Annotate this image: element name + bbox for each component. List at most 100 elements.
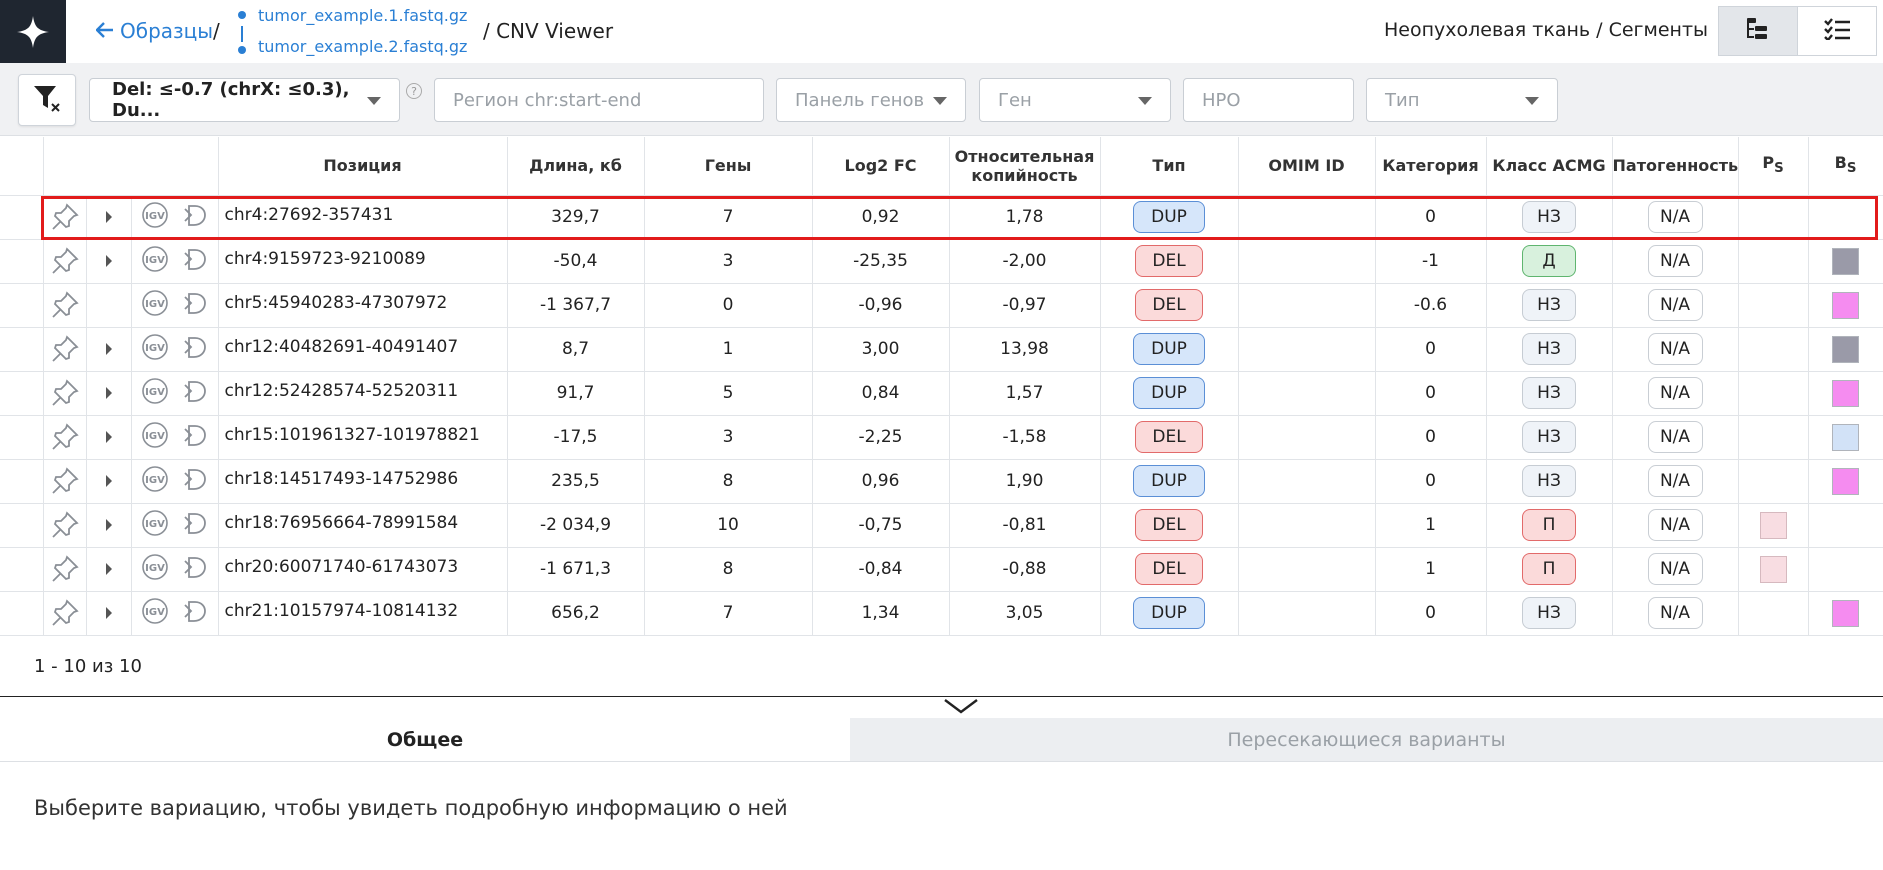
expand-row-button[interactable] (86, 547, 132, 592)
position-link[interactable]: chr4:9159723-9210089 (225, 249, 426, 269)
expand-row-button[interactable] (86, 503, 132, 548)
igv-icon[interactable]: IGV (140, 288, 170, 323)
expand-row-button[interactable] (86, 239, 132, 284)
pin-button[interactable] (43, 371, 87, 416)
file-link-2[interactable]: tumor_example.2.fastq.gz (258, 37, 467, 56)
pin-button[interactable] (43, 327, 87, 372)
pin-button[interactable] (43, 591, 87, 636)
chevron-down-icon[interactable] (943, 698, 979, 719)
decipher-icon[interactable] (180, 596, 210, 631)
pin-button[interactable] (43, 283, 87, 328)
igv-icon[interactable]: IGV (140, 376, 170, 411)
cnv-threshold-filter-select[interactable]: Del: ≤-0.7 (chrX: ≤0.3), Du... (89, 78, 400, 122)
position-link[interactable]: chr18:14517493-14752986 (225, 469, 459, 489)
acmg-class-badge[interactable]: П (1522, 553, 1577, 585)
pin-button[interactable] (43, 195, 87, 240)
pathogenicity-badge[interactable]: N/A (1647, 201, 1703, 233)
table-row[interactable]: IGV chr21:10157974-10814132 656,2 7 1,34 3,05… (0, 591, 1883, 636)
position-link[interactable]: chr12:40482691-40491407 (225, 337, 459, 357)
gene-select[interactable]: Ген (979, 78, 1171, 122)
table-row[interactable]: IGV chr20:60071740-61743073 -1 671,3 8 -0,84… (0, 547, 1883, 592)
position-link[interactable]: chr4:27692-357431 (225, 205, 394, 225)
decipher-icon[interactable] (180, 376, 210, 411)
list-view-button[interactable] (1797, 6, 1877, 56)
pathogenicity-badge[interactable]: N/A (1647, 245, 1703, 277)
acmg-class-badge[interactable]: НЗ (1522, 377, 1577, 409)
decipher-icon[interactable] (180, 420, 210, 455)
table-row[interactable]: IGV chr15:101961327-101978821 -17,5 3 -2,25 -… (0, 415, 1883, 460)
pathogenicity-badge[interactable]: N/A (1647, 289, 1703, 321)
table-row[interactable]: IGV chr12:52428574-52520311 91,7 5 0,84 1,57 D… (0, 371, 1883, 416)
column-header-category[interactable]: Категория (1375, 137, 1487, 196)
expand-row-button[interactable] (86, 327, 132, 372)
table-row[interactable]: IGV chr5:45940283-47307972 -1 367,7 0 -0,96 -… (0, 283, 1883, 328)
gene-panel-select[interactable]: Панель генов (776, 78, 966, 122)
pathogenicity-badge[interactable]: N/A (1647, 465, 1703, 497)
igv-icon[interactable]: IGV (140, 244, 170, 279)
pin-button[interactable] (43, 459, 87, 504)
pathogenicity-badge[interactable]: N/A (1647, 333, 1703, 365)
tab-general[interactable]: Общее (0, 718, 850, 761)
column-header-ps[interactable]: PS (1738, 137, 1809, 196)
column-header-type[interactable]: Тип (1100, 137, 1239, 196)
table-row[interactable]: IGV chr4:9159723-9210089 -50,4 3 -25,35 -2,00… (0, 239, 1883, 284)
type-select[interactable]: Тип (1366, 78, 1558, 122)
pathogenicity-badge[interactable]: N/A (1647, 377, 1703, 409)
igv-icon[interactable]: IGV (140, 420, 170, 455)
expand-row-button[interactable] (86, 415, 132, 460)
decipher-icon[interactable] (180, 244, 210, 279)
decipher-icon[interactable] (180, 288, 210, 323)
acmg-class-badge[interactable]: НЗ (1522, 465, 1577, 497)
pin-button[interactable] (43, 415, 87, 460)
pathogenicity-badge[interactable]: N/A (1647, 553, 1703, 585)
decipher-icon[interactable] (180, 332, 210, 367)
pathogenicity-badge[interactable]: N/A (1647, 597, 1703, 629)
pathogenicity-badge[interactable]: N/A (1647, 509, 1703, 541)
region-input[interactable] (434, 78, 764, 122)
decipher-icon[interactable] (180, 464, 210, 499)
position-link[interactable]: chr20:60071740-61743073 (225, 557, 459, 577)
panel-splitter[interactable] (0, 696, 1883, 697)
column-header-relative-copy[interactable]: Относительная копийность (949, 137, 1101, 196)
sparkle-logo-icon[interactable] (0, 0, 66, 63)
decipher-icon[interactable] (180, 552, 210, 587)
expand-row-button[interactable] (86, 195, 132, 240)
column-header-pathogenicity[interactable]: Патогенность (1612, 137, 1739, 196)
hpo-input[interactable] (1183, 78, 1354, 122)
acmg-class-badge[interactable]: П (1522, 509, 1577, 541)
back-to-samples-link[interactable]: Образцы (95, 19, 213, 43)
igv-icon[interactable]: IGV (140, 552, 170, 587)
position-link[interactable]: chr21:10157974-10814132 (225, 601, 459, 621)
acmg-class-badge[interactable]: НЗ (1522, 421, 1577, 453)
igv-icon[interactable]: IGV (140, 464, 170, 499)
tree-view-button[interactable] (1718, 6, 1798, 56)
igv-icon[interactable]: IGV (140, 596, 170, 631)
column-header-log2fc[interactable]: Log2 FC (812, 137, 950, 196)
column-header-length[interactable]: Длина, кб (507, 137, 645, 196)
table-row[interactable]: IGV chr18:14517493-14752986 235,5 8 0,96 1,90… (0, 459, 1883, 504)
expand-row-button[interactable] (86, 371, 132, 416)
position-link[interactable]: chr18:76956664-78991584 (225, 513, 459, 533)
igv-icon[interactable]: IGV (140, 332, 170, 367)
table-row[interactable]: IGV chr12:40482691-40491407 8,7 1 3,00 13,98 D… (0, 327, 1883, 372)
file-link-1[interactable]: tumor_example.1.fastq.gz (258, 6, 467, 25)
pin-button[interactable] (43, 239, 87, 284)
acmg-class-badge[interactable]: НЗ (1522, 597, 1577, 629)
table-row[interactable]: IGV chr4:27692-357431 329,7 7 0,92 1,78 DUP 0 НЗ… (0, 195, 1883, 240)
expand-row-button[interactable] (86, 459, 132, 504)
column-header-bs[interactable]: BS (1808, 137, 1883, 196)
acmg-class-badge[interactable]: НЗ (1522, 289, 1577, 321)
pin-button[interactable] (43, 547, 87, 592)
column-header-position[interactable]: Позиция (218, 137, 508, 196)
acmg-class-badge[interactable]: Д (1522, 245, 1577, 277)
table-row[interactable]: IGV chr18:76956664-78991584 -2 034,9 10 -0,7… (0, 503, 1883, 548)
clear-filters-button[interactable] (18, 74, 76, 126)
decipher-icon[interactable] (180, 508, 210, 543)
column-header-acmg[interactable]: Класс ACMG (1486, 137, 1613, 196)
igv-icon[interactable]: IGV (140, 200, 170, 235)
column-header-omim[interactable]: OMIM ID (1238, 137, 1376, 196)
pin-button[interactable] (43, 503, 87, 548)
decipher-icon[interactable] (180, 200, 210, 235)
acmg-class-badge[interactable]: НЗ (1522, 333, 1577, 365)
expand-row-button[interactable] (86, 591, 132, 636)
